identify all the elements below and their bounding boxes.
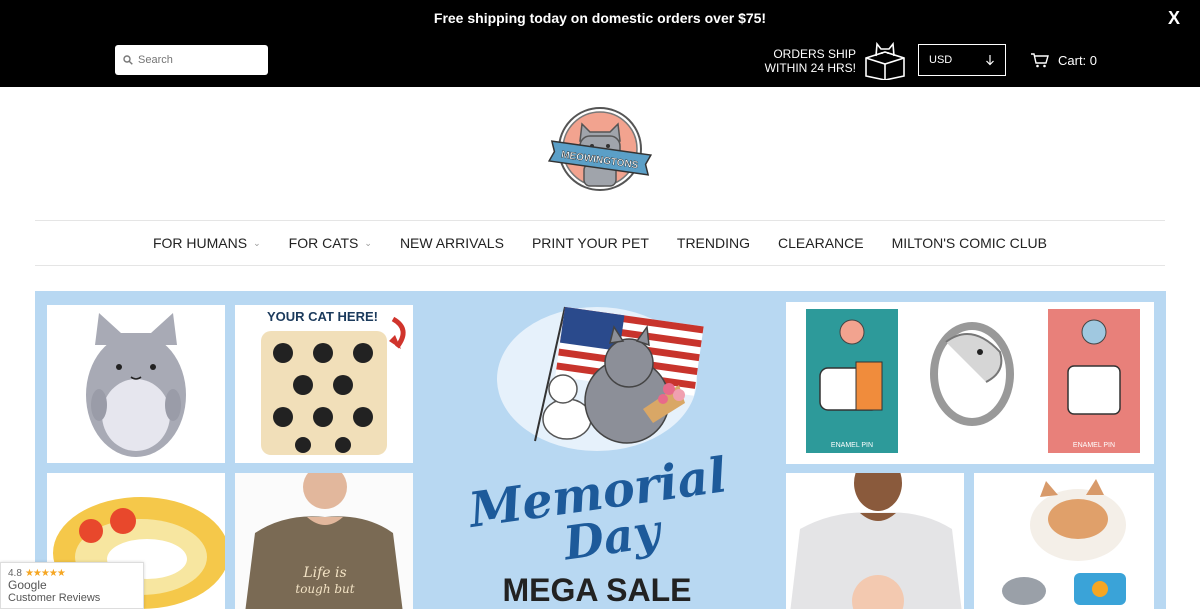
ship-note-line2: WITHIN 24 HRS! xyxy=(764,61,856,75)
ship-note-line1: ORDERS SHIP xyxy=(773,47,856,61)
arrow-down-icon xyxy=(986,55,994,66)
search-box[interactable] xyxy=(115,45,268,75)
cat-mouse-toy-image xyxy=(1002,479,1126,605)
top-bar: Free shipping today on domestic orders o… xyxy=(0,0,1200,87)
shirt-text-1: Life is xyxy=(302,565,346,581)
nav-item-label: FOR HUMANS xyxy=(152,235,248,251)
close-announcement-button[interactable]: X xyxy=(1168,8,1180,29)
review-subtitle: Customer Reviews xyxy=(8,592,101,604)
nav-item-label: FOR CATS xyxy=(288,235,359,251)
tshirt-men-image xyxy=(790,473,962,609)
product-tile-custom-pillow[interactable]: YOUR CAT HERE! xyxy=(235,305,413,463)
cat-plush-image xyxy=(86,313,186,457)
cart-label: Cart: 0 xyxy=(1058,52,1098,68)
tshirt-women-image: Life is tough but xyxy=(245,473,403,609)
product-tile-pins-ring[interactable]: ENAMEL PIN ENAMEL PIN xyxy=(786,302,1154,464)
nav-item-miltons-comic-club[interactable]: MILTON'S COMIC CLUB xyxy=(892,235,1047,251)
pin-label-1: ENAMEL PIN xyxy=(831,442,873,449)
review-source: Google xyxy=(8,578,47,592)
currency-value: USD xyxy=(929,54,953,66)
memorial-day-promo[interactable]: Memorial Day MEGA SALE xyxy=(417,291,781,609)
chevron-down-icon: ⌄ xyxy=(364,237,372,248)
nav-item-new-arrivals[interactable]: NEW ARRIVALS xyxy=(400,235,504,251)
enamel-pins-ring-image: ENAMEL PIN ENAMEL PIN xyxy=(806,309,1140,453)
nav-item-clearance[interactable]: CLEARANCE xyxy=(778,235,864,251)
ship-note: ORDERS SHIP WITHIN 24 HRS! xyxy=(764,47,856,75)
memorial-day-illustration: Memorial Day MEGA SALE xyxy=(464,306,730,608)
cart-icon xyxy=(1031,53,1049,68)
nav-item-for-cats[interactable]: FOR CATS ⌄ xyxy=(289,235,372,251)
chevron-down-icon: ⌄ xyxy=(253,237,261,248)
search-input[interactable] xyxy=(138,54,258,66)
shirt-text-2: tough but xyxy=(295,582,354,596)
currency-select[interactable]: USD xyxy=(918,44,1006,76)
cart-link[interactable]: Cart: 0 xyxy=(1030,52,1097,68)
product-tile-mouse-toy[interactable] xyxy=(974,473,1154,609)
nav-item-print-your-pet[interactable]: PRINT YOUR PET xyxy=(532,235,649,251)
nav-item-for-humans[interactable]: FOR HUMANS ⌄ xyxy=(153,235,261,251)
main-nav: FOR HUMANS ⌄ FOR CATS ⌄ NEW ARRIVALS PRI… xyxy=(35,220,1165,266)
headline-sale: MEGA SALE xyxy=(502,572,691,608)
product-tile-tshirt-men[interactable] xyxy=(786,473,964,609)
announcement-text: Free shipping today on domestic orders o… xyxy=(433,10,767,26)
search-icon xyxy=(123,55,133,65)
pin-label-2: ENAMEL PIN xyxy=(1073,442,1115,449)
product-tile-tshirt-women[interactable]: Life is tough but xyxy=(235,473,413,609)
cat-pillow-image xyxy=(261,316,406,455)
hero-banner[interactable]: YOUR CAT HERE! Memorial Day MEGA SALE EN… xyxy=(35,291,1166,609)
cat-in-box-icon xyxy=(865,41,905,80)
meowingtons-logo[interactable]: MEOWINGTONS xyxy=(548,106,652,194)
google-reviews-badge[interactable]: 4.8 ★★★★★ Google Customer Reviews xyxy=(0,562,144,609)
nav-item-trending[interactable]: TRENDING xyxy=(677,235,750,251)
product-tile-plush[interactable] xyxy=(47,305,225,463)
